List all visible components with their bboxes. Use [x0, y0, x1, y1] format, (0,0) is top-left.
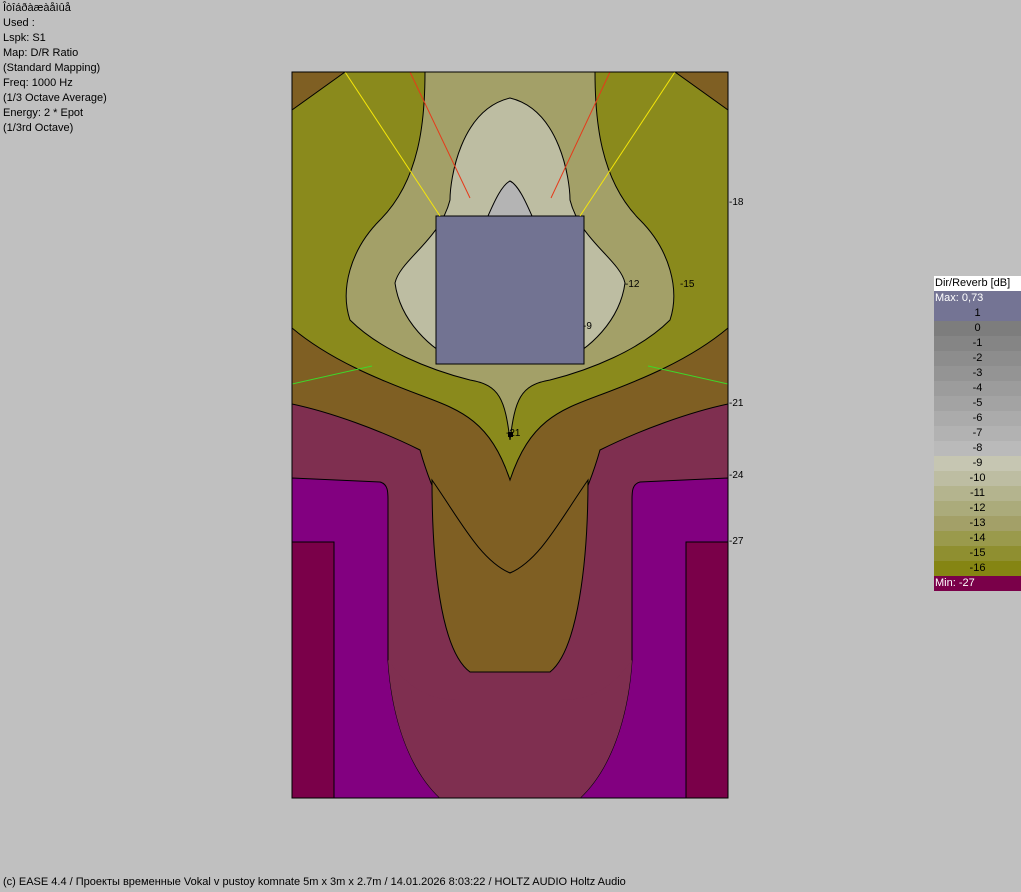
legend-row: -3 — [934, 366, 1021, 381]
legend-row: 0 — [934, 321, 1021, 336]
status-footer: (c) EASE 4.4 / Проекты временные Vokal v… — [3, 876, 626, 888]
legend-title: Dir/Reverb [dB] — [934, 276, 1021, 291]
legend-row: -4 — [934, 381, 1021, 396]
legend-row: -5 — [934, 396, 1021, 411]
legend-row: -14 — [934, 531, 1021, 546]
legend-row: -9 — [934, 456, 1021, 471]
legend-min: Min: -27 — [934, 576, 1021, 591]
legend-row: 1 — [934, 306, 1021, 321]
legend-row: -16 — [934, 561, 1021, 576]
contour-label: -21 — [729, 398, 744, 409]
legend-row: -13 — [934, 516, 1021, 531]
legend-row: -1 — [934, 336, 1021, 351]
legend-row: -15 — [934, 546, 1021, 561]
contour-label: -9 — [583, 321, 592, 332]
contour-label: -15 — [680, 279, 695, 290]
legend-max: Max: 0,73 — [934, 291, 1021, 306]
legend-row: -6 — [934, 411, 1021, 426]
legend-row: -2 — [934, 351, 1021, 366]
legend-row: -8 — [934, 441, 1021, 456]
legend-row: -11 — [934, 486, 1021, 501]
legend-row: -7 — [934, 426, 1021, 441]
legend-row: -12 — [934, 501, 1021, 516]
zone-deepest — [685, 541, 728, 798]
color-scale-legend: Dir/Reverb [dB] Max: 0,73 1 0 -1 -2 -3 -4 -5 -6… — [934, 276, 1021, 591]
contour-label: -18 — [729, 197, 744, 208]
legend-rows: 1 0 -1 -2 -3 -4 -5 -6 -7 -8 -9 -10 -11 -12 -13 -14 -15 -1… — [934, 306, 1021, 576]
contour-label: -12 — [625, 279, 640, 290]
stage-platform — [435, 215, 585, 365]
contour-label: -27 — [729, 536, 744, 547]
contour-label: -24 — [729, 470, 744, 481]
legend-row: -10 — [934, 471, 1021, 486]
zone-deepest — [292, 541, 335, 798]
contour-label: -21 — [506, 428, 521, 439]
